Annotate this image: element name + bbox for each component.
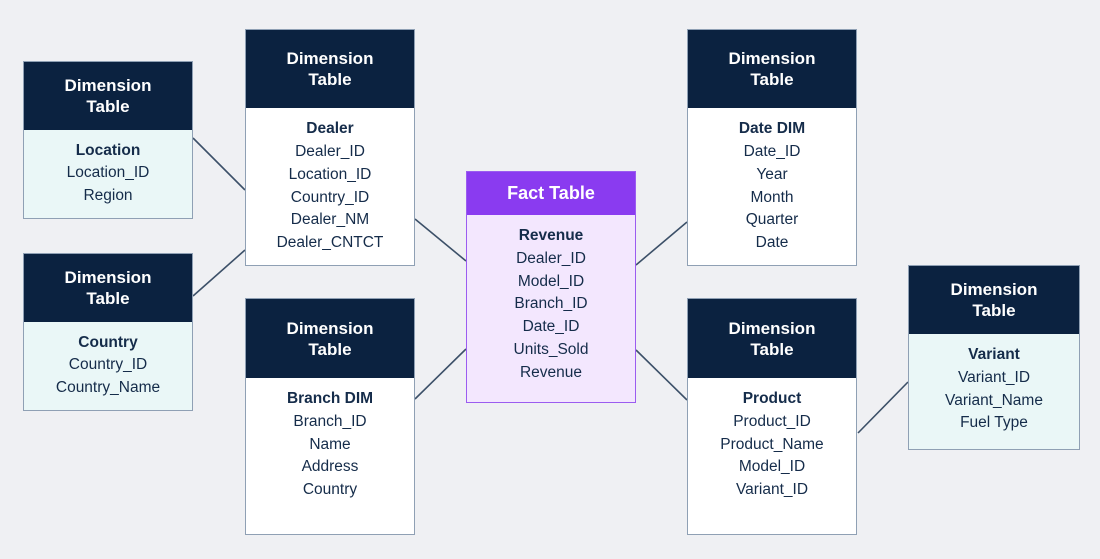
field-variant-0: Variant_ID [957, 368, 1031, 386]
connector-dealer-to-fact [414, 218, 467, 262]
star-schema-diagram: Dimension Table Location Location_ID Reg… [0, 0, 1100, 559]
table-name-product: Product [742, 390, 802, 407]
header-line-1: Fact Table [507, 183, 595, 203]
field-variant-2: Fuel Type [960, 414, 1028, 432]
connector-fact-to-date [635, 221, 688, 266]
dimension-table-dealer[interactable]: Dimension Table Dealer Dealer_ID Locatio… [245, 29, 415, 266]
field-date-4: Date [755, 234, 789, 252]
field-fact-5: Revenue [519, 363, 583, 381]
dimension-table-country[interactable]: Dimension Table Country Country_ID Count… [23, 253, 193, 411]
field-fact-3: Date_ID [522, 318, 580, 336]
field-product-3: Variant_ID [735, 481, 809, 499]
node-header-variant: Dimension Table [909, 266, 1079, 334]
dimension-table-variant[interactable]: Dimension Table Variant Variant_ID Varia… [908, 265, 1080, 450]
field-product-1: Product_Name [720, 435, 824, 453]
field-dealer-3: Dealer_NM [290, 211, 370, 229]
table-name-dealer: Dealer [306, 120, 354, 138]
node-header-location: Dimension Table [24, 62, 192, 130]
field-country-0: Country_ID [68, 356, 148, 374]
node-body-variant: Variant Variant_ID Variant_Name Fuel Typ… [909, 334, 1079, 449]
header-line-2: Table [972, 301, 1016, 320]
dimension-table-location[interactable]: Dimension Table Location Location_ID Reg… [23, 61, 193, 219]
connector-branch-to-fact [414, 348, 467, 400]
field-dealer-2: Country_ID [290, 188, 370, 206]
field-location-1: Region [83, 187, 133, 205]
node-body-fact: Revenue Dealer_ID Model_ID Branch_ID Dat… [467, 215, 635, 402]
header-line-1: Dimension [286, 49, 374, 69]
header-line-2: Table [750, 339, 794, 359]
dimension-table-product[interactable]: Dimension Table Product Product_ID Produ… [687, 298, 857, 535]
field-date-2: Month [750, 188, 794, 206]
table-name-fact: Revenue [518, 227, 584, 244]
header-line-2: Table [86, 96, 130, 116]
header-line-2: Table [750, 70, 794, 90]
header-line-1: Dimension [64, 267, 152, 287]
field-dealer-0: Dealer_ID [295, 143, 365, 161]
field-product-2: Model_ID [738, 458, 806, 476]
connector-product-to-variant [857, 381, 909, 434]
field-dealer-1: Location_ID [288, 165, 372, 183]
table-name-date: Date DIM [738, 120, 806, 138]
table-name-location: Location [75, 141, 141, 159]
dimension-table-branch[interactable]: Dimension Table Branch DIM Branch_ID Nam… [245, 298, 415, 535]
node-body-date: Date DIM Date_ID Year Month Quarter Date [688, 108, 856, 265]
connector-fact-to-product [635, 349, 688, 401]
table-name-country: Country [78, 333, 138, 351]
dimension-table-date[interactable]: Dimension Table Date DIM Date_ID Year Mo… [687, 29, 857, 266]
node-body-country: Country Country_ID Country_Name [24, 321, 192, 410]
header-line-2: Table [308, 339, 352, 359]
field-branch-3: Country [302, 481, 358, 499]
connector-country-to-dealer [192, 249, 246, 297]
node-header-product: Dimension Table [688, 299, 856, 378]
field-date-3: Quarter [745, 211, 799, 229]
node-body-branch: Branch DIM Branch_ID Name Address Countr… [246, 378, 414, 534]
field-branch-0: Branch_ID [293, 412, 367, 430]
node-body-location: Location Location_ID Region [24, 129, 192, 218]
node-body-dealer: Dealer Dealer_ID Location_ID Country_ID … [246, 108, 414, 265]
node-header-date: Dimension Table [688, 30, 856, 109]
field-branch-2: Address [301, 458, 359, 476]
field-fact-0: Dealer_ID [516, 249, 586, 267]
table-name-branch: Branch DIM [286, 390, 374, 407]
header-line-1: Dimension [950, 280, 1038, 299]
field-variant-1: Variant_Name [945, 391, 1043, 409]
node-header-dealer: Dimension Table [246, 30, 414, 109]
node-header-branch: Dimension Table [246, 299, 414, 378]
field-fact-1: Model_ID [517, 272, 585, 290]
node-header-country: Dimension Table [24, 254, 192, 322]
header-line-1: Dimension [286, 318, 374, 338]
field-product-0: Product_ID [733, 412, 811, 430]
header-line-2: Table [308, 70, 352, 90]
connector-location-to-dealer [192, 137, 246, 191]
fact-table-revenue[interactable]: Fact Table Revenue Dealer_ID Model_ID Br… [466, 171, 636, 403]
field-date-0: Date_ID [743, 143, 801, 161]
field-location-0: Location_ID [66, 164, 150, 182]
field-dealer-4: Dealer_CNTCT [276, 234, 384, 252]
table-name-variant: Variant [968, 346, 1020, 363]
header-line-1: Dimension [64, 75, 152, 95]
field-branch-1: Name [309, 435, 351, 453]
field-date-1: Year [756, 165, 788, 183]
field-fact-4: Units_Sold [513, 340, 589, 358]
header-line-2: Table [86, 288, 130, 308]
header-line-1: Dimension [728, 318, 816, 338]
node-header-fact: Fact Table [467, 172, 635, 215]
field-country-1: Country_Name [55, 379, 161, 397]
header-line-1: Dimension [728, 49, 816, 69]
node-body-product: Product Product_ID Product_Name Model_ID… [688, 378, 856, 534]
field-fact-2: Branch_ID [514, 295, 588, 313]
